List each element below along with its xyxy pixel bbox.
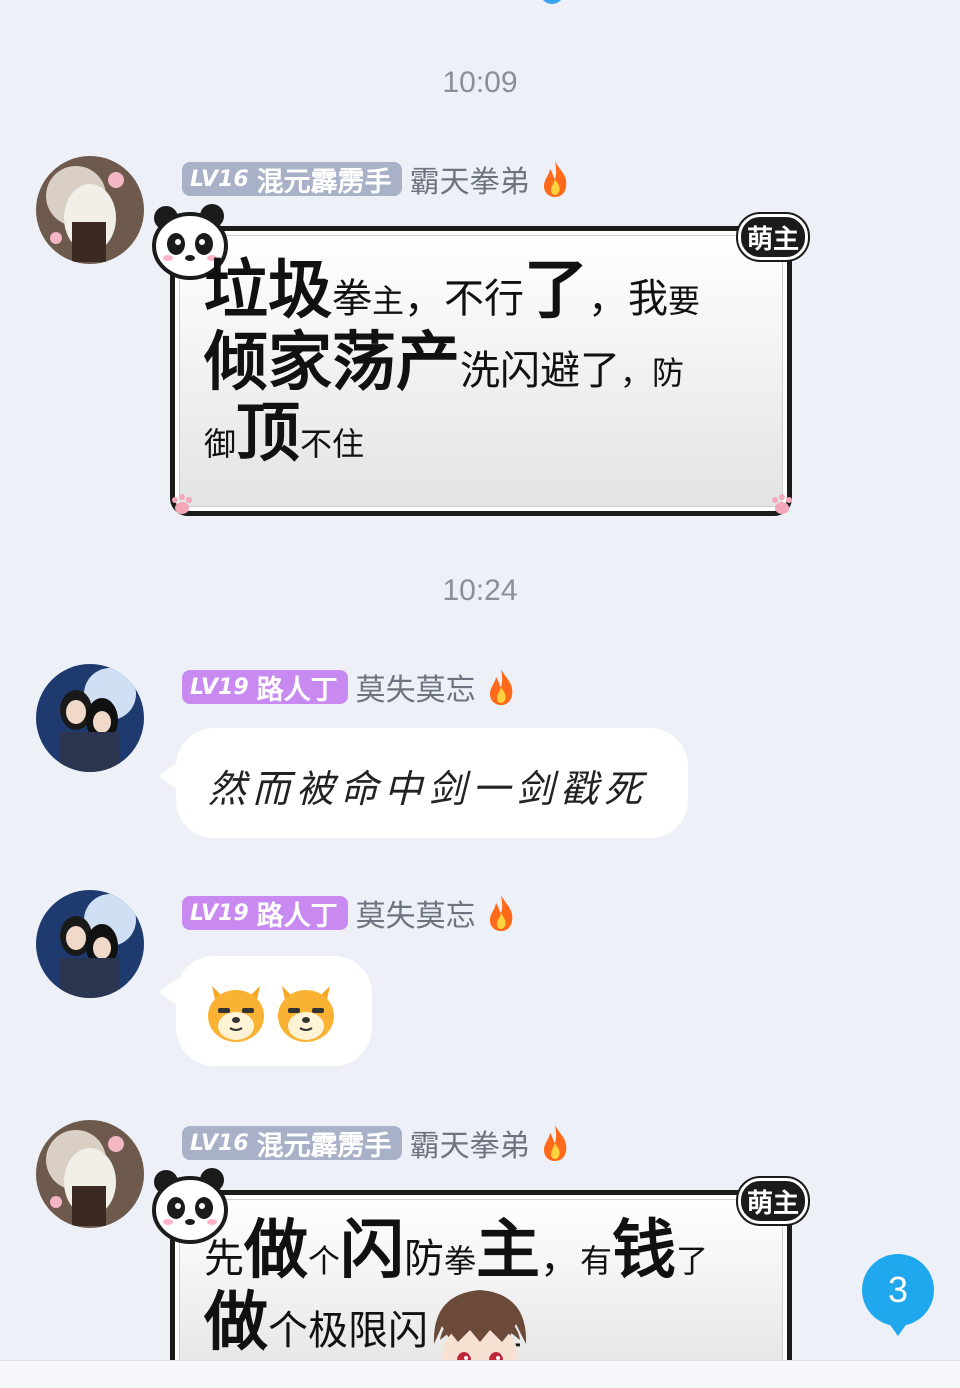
unread-count-badge[interactable]: 3 (862, 1254, 934, 1326)
title-label: 混元霹雳手 (256, 1130, 392, 1162)
message-text: 然而被命中剑一剑戳死 (208, 767, 649, 811)
level-badge: LV19 路人丁 (182, 896, 348, 932)
level-badge: LV16 混元霹雳手 (182, 162, 402, 198)
message-text: 垃圾拳主，不行了，我要 倾家荡产洗闪避了，防 御顶不住 (204, 254, 701, 472)
frame-tag: 萌主 (738, 214, 808, 260)
message-header: LV16 混元霹雳手 霸天拳弟 (182, 158, 572, 200)
level-badge: LV16 混元霹雳手 (182, 1126, 402, 1162)
timestamp: 10:24 (442, 574, 518, 607)
avatar[interactable] (36, 890, 144, 998)
paw-icon (172, 494, 192, 514)
avatar[interactable] (36, 1120, 144, 1228)
timestamp: 10:09 (442, 66, 518, 99)
input-bar[interactable] (0, 1360, 960, 1388)
level-badge: LV19 路人丁 (182, 670, 348, 706)
paw-icon (772, 494, 792, 514)
level-label: LV16 (190, 1130, 249, 1156)
message-header: LV19 路人丁 莫失莫忘 (182, 666, 518, 708)
unread-badge-tail (888, 1322, 908, 1336)
level-label: LV19 (190, 900, 249, 926)
fire-icon (489, 669, 512, 705)
nickname[interactable]: 霸天拳弟 (410, 1121, 530, 1165)
message-bubble[interactable]: 然而被命中剑一剑戳死 (176, 728, 688, 838)
dog-emoji-icon (278, 986, 334, 1042)
nickname[interactable]: 莫失莫忘 (356, 891, 476, 935)
title-label: 混元霹雳手 (256, 166, 392, 198)
scroll-indicator (540, 0, 564, 4)
level-label: LV16 (190, 166, 249, 192)
message-header: LV16 混元霹雳手 霸天拳弟 (182, 1122, 572, 1164)
title-label: 路人丁 (256, 900, 338, 932)
message-header: LV19 路人丁 莫失莫忘 (182, 892, 518, 934)
level-label: LV19 (190, 674, 249, 700)
message-bubble[interactable] (176, 956, 372, 1066)
title-label: 路人丁 (256, 674, 338, 706)
fire-icon (543, 1125, 566, 1161)
fire-icon (543, 161, 566, 197)
dog-emoji-icon (208, 986, 264, 1042)
avatar[interactable] (36, 664, 144, 772)
nickname[interactable]: 莫失莫忘 (356, 665, 476, 709)
nickname[interactable]: 霸天拳弟 (410, 157, 530, 201)
fire-icon (489, 895, 512, 931)
avatar[interactable] (36, 156, 144, 264)
